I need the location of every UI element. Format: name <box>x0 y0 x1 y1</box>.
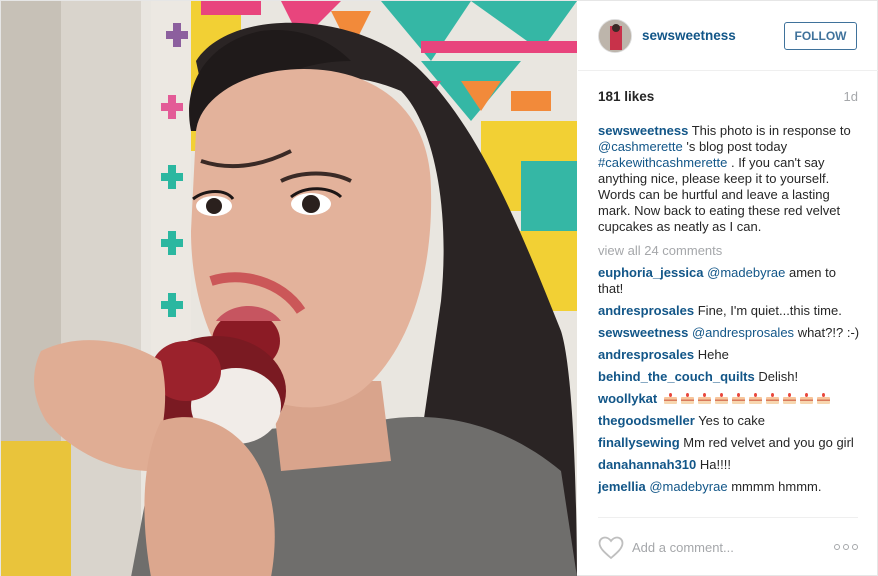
comment: behind_the_couch_quilts Delish! <box>598 369 860 385</box>
caption-text-1: This photo is in response to <box>691 123 851 138</box>
birthday-cake-icon <box>714 393 729 404</box>
birthday-cake-icon <box>816 393 831 404</box>
post-age[interactable]: 1d <box>844 89 858 104</box>
comment-username[interactable]: thegoodsmeller <box>598 413 695 428</box>
caption-text-2: 's blog post today <box>686 139 788 154</box>
caption-hashtag[interactable]: #cakewithcashmerette <box>598 155 727 170</box>
comment-text: Mm red velvet and you go girl <box>683 435 854 450</box>
more-options-icon[interactable] <box>834 544 858 550</box>
birthday-cake-icon <box>680 393 695 404</box>
comment-username[interactable]: woollykat <box>598 391 657 406</box>
comment-text: Hehe <box>697 347 729 362</box>
comments-list: sewsweetness This photo is in response t… <box>598 123 860 501</box>
caption-username[interactable]: sewsweetness <box>598 123 688 138</box>
comment-text: Delish! <box>758 369 799 384</box>
comment-username[interactable]: euphoria_jessica <box>598 265 704 280</box>
likes-row: 181 likes 1d <box>598 89 858 107</box>
follow-button[interactable]: FOLLOW <box>784 22 857 50</box>
comment: woollykat <box>598 391 860 407</box>
comment-text: mmmm hmmm. <box>731 479 822 494</box>
post-username[interactable]: sewsweetness <box>642 28 736 43</box>
post-photo[interactable] <box>1 1 577 576</box>
birthday-cake-icon <box>799 393 814 404</box>
comment-username[interactable]: andresprosales <box>598 303 694 318</box>
comment: finallysewing Mm red velvet and you go g… <box>598 435 860 451</box>
comment-username[interactable]: sewsweetness <box>598 325 688 340</box>
birthday-cake-icon <box>782 393 797 404</box>
avatar[interactable] <box>598 19 632 53</box>
comment-mention[interactable]: @andresprosales <box>692 325 794 340</box>
birthday-cake-icon <box>663 393 678 404</box>
birthday-cake-icon <box>765 393 780 404</box>
comment: jemellia @madebyrae mmmm hmmm. <box>598 479 860 495</box>
caption: sewsweetness This photo is in response t… <box>598 123 860 235</box>
post-container: sewsweetness FOLLOW 181 likes 1d sewswee… <box>0 0 878 576</box>
post-header: sewsweetness FOLLOW <box>578 1 878 71</box>
comment: andresprosales Fine, I'm quiet...this ti… <box>598 303 860 319</box>
comment-text: Yes to cake <box>698 413 765 428</box>
comment-username[interactable]: andresprosales <box>598 347 694 362</box>
heart-icon[interactable] <box>598 536 624 560</box>
photo-illustration <box>1 1 577 576</box>
comment-username[interactable]: behind_the_couch_quilts <box>598 369 755 384</box>
comment: andresprosales Hehe <box>598 347 860 363</box>
comment: sewsweetness @andresprosales what?!? :-) <box>598 325 860 341</box>
comment-text: Ha!!!! <box>699 457 731 472</box>
post-sidebar: sewsweetness FOLLOW 181 likes 1d sewswee… <box>578 1 878 576</box>
likes-count[interactable]: 181 likes <box>598 89 654 104</box>
post-footer: Add a comment... <box>598 517 858 576</box>
birthday-cake-icon <box>748 393 763 404</box>
comment-text: Fine, I'm quiet...this time. <box>697 303 842 318</box>
comment: euphoria_jessica @madebyrae amen to that… <box>598 265 860 297</box>
birthday-cake-icon <box>731 393 746 404</box>
comment-mention[interactable]: @madebyrae <box>707 265 785 280</box>
comment-username[interactable]: jemellia <box>598 479 646 494</box>
caption-mention[interactable]: @cashmerette <box>598 139 683 154</box>
add-comment-input[interactable]: Add a comment... <box>632 540 734 555</box>
comment-username[interactable]: danahannah310 <box>598 457 696 472</box>
comment-username[interactable]: finallysewing <box>598 435 680 450</box>
comment-mention[interactable]: @madebyrae <box>649 479 727 494</box>
comment: thegoodsmeller Yes to cake <box>598 413 860 429</box>
comment: danahannah310 Ha!!!! <box>598 457 860 473</box>
view-all-comments-link[interactable]: view all 24 comments <box>598 243 860 259</box>
comment-text: what?!? :-) <box>797 325 860 340</box>
birthday-cake-icon <box>697 393 712 404</box>
